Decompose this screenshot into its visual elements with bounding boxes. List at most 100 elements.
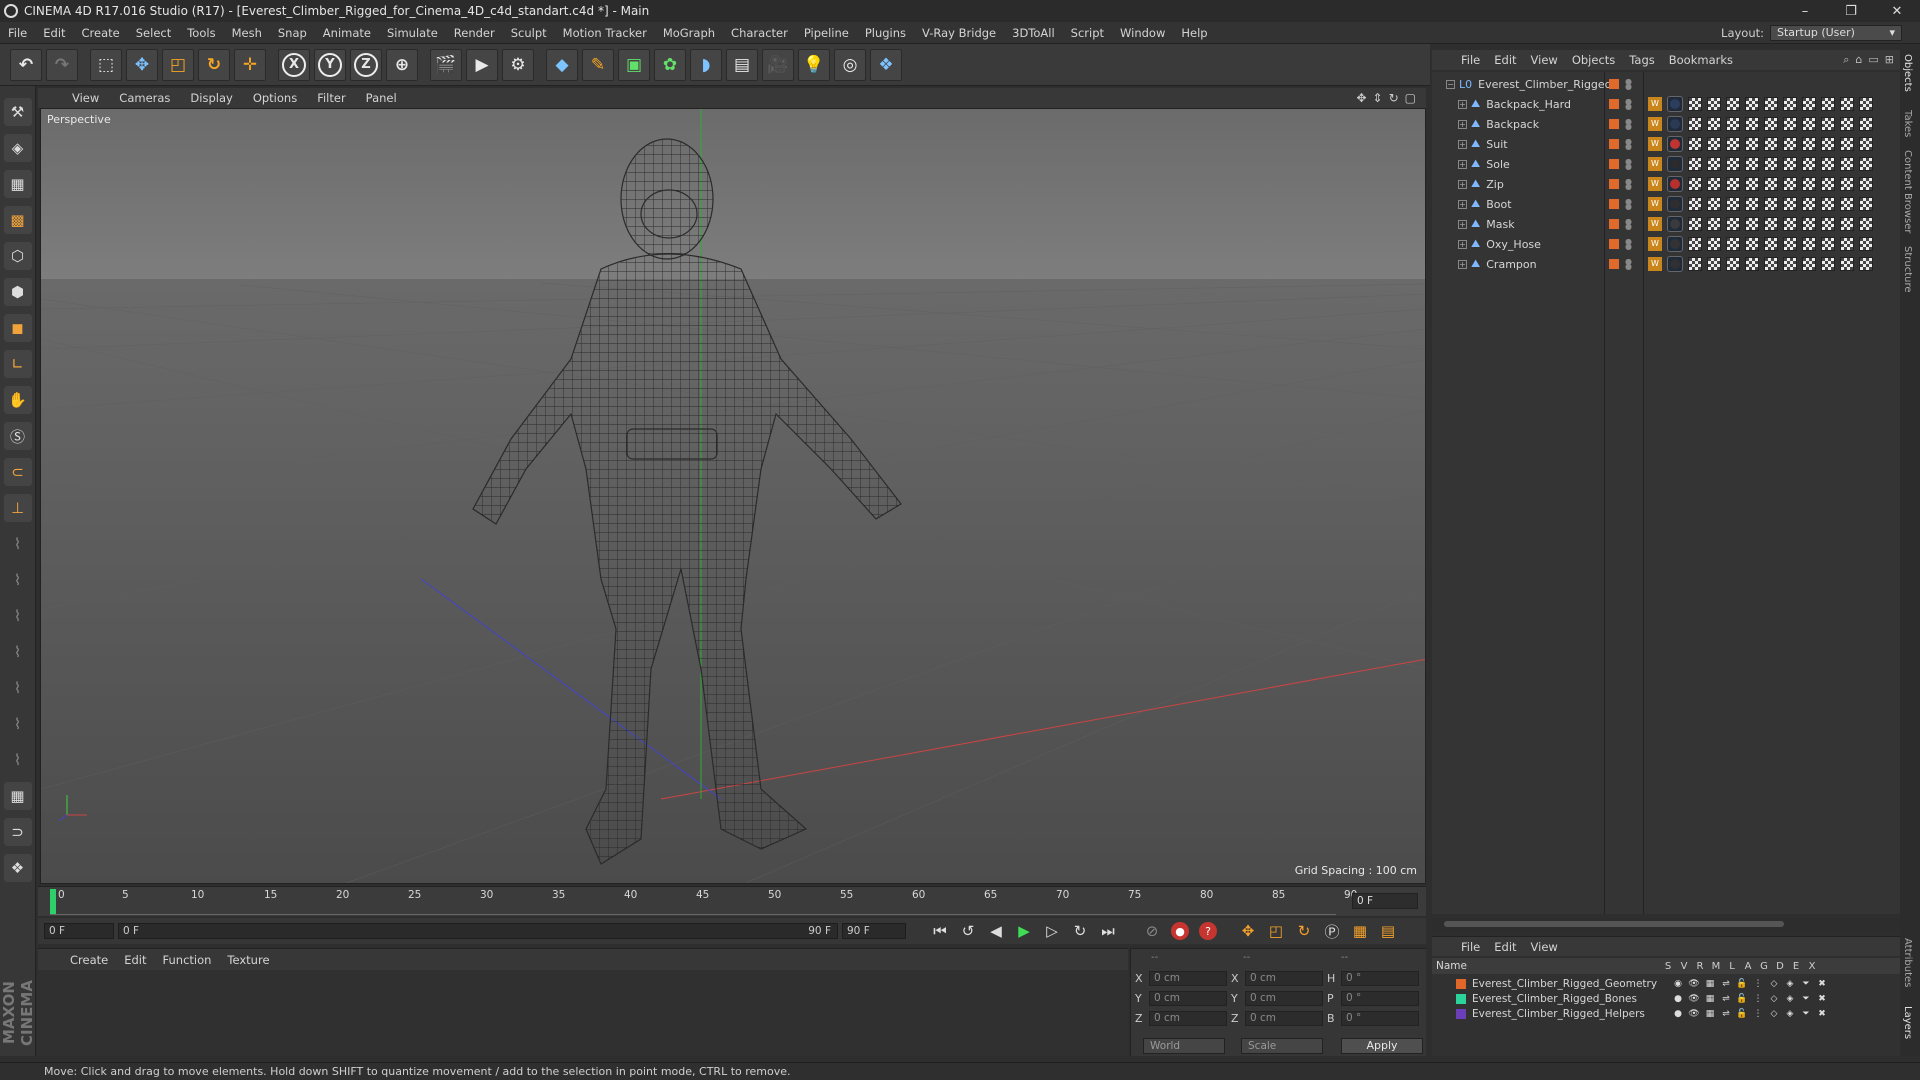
redo-icon[interactable]: ↷ [46, 48, 78, 81]
texture-tag-icon[interactable] [1840, 257, 1854, 271]
texture-tag-icon[interactable] [1726, 157, 1740, 171]
layer-row[interactable]: Everest_Climber_Rigged_Geometry ◉ 👁 ▦ ⇌ 🔓 ⋮ ◇ ◈… [1432, 976, 1900, 991]
expand-icon[interactable]: + [1458, 139, 1467, 149]
texture-tag-icon[interactable] [1802, 197, 1816, 211]
menu-edit[interactable]: Edit [35, 26, 73, 40]
menu-snap[interactable]: Snap [270, 26, 315, 40]
material-menu-function[interactable]: Function [155, 953, 220, 967]
weight-tag-icon[interactable]: W [1648, 157, 1662, 171]
brush-3-icon[interactable]: ⌇ [4, 602, 32, 630]
orbit-icon[interactable]: ↻ [1389, 91, 1399, 105]
weight-tag-icon[interactable]: W [1648, 117, 1662, 131]
texture-tag-icon[interactable] [1802, 117, 1816, 131]
frame-range-slider[interactable]: 0 F 90 F [118, 923, 838, 939]
pan-icon[interactable]: ✥ [1356, 91, 1366, 105]
material-tag-icon[interactable] [1667, 196, 1683, 212]
xref-icon[interactable]: ✖ [1814, 979, 1830, 989]
texture-tag-icon[interactable] [1802, 257, 1816, 271]
auto-keying-icon[interactable]: ? [1196, 920, 1220, 942]
texture-tag-icon[interactable] [1688, 257, 1702, 271]
layers-menu-view[interactable]: View [1524, 940, 1565, 954]
position-x-field[interactable]: 0 cm [1149, 971, 1227, 986]
texture-tag-icon[interactable] [1821, 97, 1835, 111]
start-frame-field[interactable]: 0 F [44, 923, 114, 939]
visibility-dots[interactable]: ● ● [1625, 198, 1632, 211]
texture-tag-icon[interactable] [1821, 217, 1835, 231]
texture-tag-icon[interactable] [1821, 237, 1835, 251]
close-button[interactable]: ✕ [1874, 4, 1920, 19]
material-menu-create[interactable]: Create [62, 953, 116, 967]
restore-button[interactable]: ❐ [1828, 4, 1874, 19]
visibility-dots[interactable]: ● ● [1625, 78, 1632, 91]
tab-structure[interactable]: Structure [1902, 246, 1913, 293]
menu-mograph[interactable]: MoGraph [655, 26, 723, 40]
texture-tag-icon[interactable] [1783, 137, 1797, 151]
scrollbar-thumb[interactable] [1444, 921, 1784, 927]
x-axis-lock-icon[interactable]: X [278, 48, 310, 81]
key-position-icon[interactable]: ✥ [1236, 920, 1260, 942]
texture-tag-icon[interactable] [1707, 237, 1721, 251]
texture-tag-icon[interactable] [1859, 137, 1873, 151]
rotation-b-field[interactable]: 0 ° [1341, 1011, 1419, 1026]
texture-tag-icon[interactable] [1726, 237, 1740, 251]
texture-mode-icon[interactable]: ▦ [3, 170, 32, 198]
texture-tag-icon[interactable] [1783, 237, 1797, 251]
dolly-icon[interactable]: ⇕ [1373, 91, 1383, 105]
position-z-field[interactable]: 0 cm [1149, 1011, 1227, 1026]
home-icon[interactable]: ⌂ [1855, 53, 1862, 67]
subdivision-surface-icon[interactable]: ▣ [618, 48, 650, 81]
texture-tag-icon[interactable] [1764, 177, 1778, 191]
weight-tag-icon[interactable]: W [1648, 237, 1662, 251]
texture-tag-icon[interactable] [1707, 157, 1721, 171]
texture-tag-icon[interactable] [1859, 157, 1873, 171]
brush-4-icon[interactable]: ⌇ [4, 638, 32, 666]
viewport-menu-display[interactable]: Display [180, 91, 242, 105]
texture-tag-icon[interactable] [1859, 197, 1873, 211]
live-selection-icon[interactable]: ⬚ [90, 48, 122, 81]
size-y-field[interactable]: 0 cm [1245, 991, 1323, 1006]
texture-tag-icon[interactable] [1840, 217, 1854, 231]
go-to-start-icon[interactable]: ⏮ [928, 920, 952, 942]
lock-icon[interactable]: 🔓 [1734, 979, 1750, 989]
object-row-root[interactable]: − L0 Everest_Climber_Rigged ● ● [1432, 74, 1900, 94]
magnet-icon[interactable]: ⊃ [3, 818, 32, 846]
texture-tag-icon[interactable] [1821, 157, 1835, 171]
texture-tag-icon[interactable] [1840, 117, 1854, 131]
weight-tag-icon[interactable]: W [1648, 217, 1662, 231]
object-manager-scrollbar[interactable] [1432, 918, 1900, 930]
texture-tag-icon[interactable] [1707, 177, 1721, 191]
texture-tag-icon[interactable] [1745, 157, 1759, 171]
deformers-icon[interactable]: ◈ [1782, 979, 1798, 989]
texture-tag-icon[interactable] [1688, 137, 1702, 151]
menu-help[interactable]: Help [1173, 26, 1215, 40]
manager-icon[interactable]: ⇌ [1718, 994, 1734, 1004]
weight-tag-icon[interactable]: W [1648, 97, 1662, 111]
texture-tag-icon[interactable] [1821, 137, 1835, 151]
material-menu-texture[interactable]: Texture [219, 953, 277, 967]
texture-tag-icon[interactable] [1764, 157, 1778, 171]
visibility-dots[interactable]: ● ● [1625, 178, 1632, 191]
menu-motion-tracker[interactable]: Motion Tracker [555, 26, 655, 40]
expressions-icon[interactable]: ⏷ [1798, 994, 1814, 1004]
python-icon[interactable]: ❖ [870, 48, 902, 81]
key-parameter-icon[interactable]: Ⓟ [1320, 920, 1344, 942]
texture-tag-icon[interactable] [1726, 97, 1740, 111]
render-icon[interactable]: ▦ [1702, 1009, 1718, 1019]
menu-plugins[interactable]: Plugins [857, 26, 914, 40]
animation-icon[interactable]: ⋮ [1750, 994, 1766, 1004]
texture-tag-icon[interactable] [1764, 217, 1778, 231]
minimize-button[interactable]: – [1782, 4, 1828, 19]
brush-7-icon[interactable]: ⌇ [4, 746, 32, 774]
coord-mode-dropdown[interactable]: World [1143, 1038, 1225, 1054]
tab-attributes[interactable]: Attributes [1902, 938, 1913, 987]
layer-col-header[interactable]: L [1724, 961, 1740, 972]
texture-tag-icon[interactable] [1802, 137, 1816, 151]
texture-tag-icon[interactable] [1726, 197, 1740, 211]
rotation-h-field[interactable]: 0 ° [1341, 971, 1419, 986]
material-tag-icon[interactable] [1667, 156, 1683, 172]
texture-tag-icon[interactable] [1821, 177, 1835, 191]
cube-primitive-icon[interactable]: ◆ [546, 48, 578, 81]
viewport-menu-view[interactable]: View [62, 91, 109, 105]
menu-3dtoall[interactable]: 3DToAll [1004, 26, 1063, 40]
quantize-icon[interactable]: ⊥ [3, 494, 32, 522]
